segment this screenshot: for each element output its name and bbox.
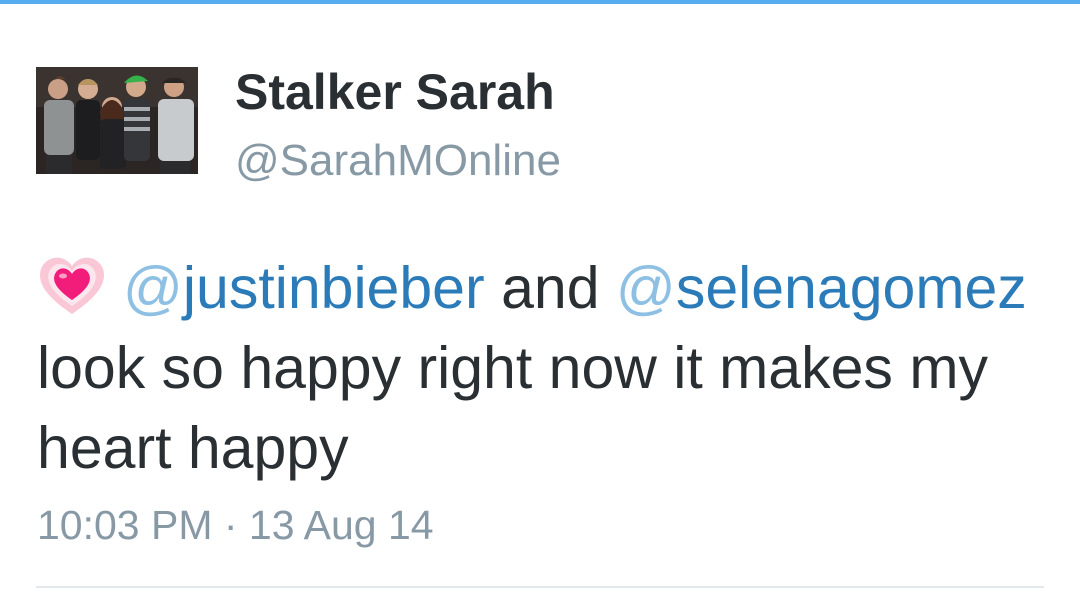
- tweet-text: @justinbieber and @selenagomez look so h…: [37, 248, 1057, 488]
- top-accent-bar: [0, 0, 1080, 4]
- tweet-timestamp[interactable]: 10:03 PM · 13 Aug 14: [37, 500, 434, 550]
- author-display-name[interactable]: Stalker Sarah: [235, 62, 555, 122]
- mention-at-sign: @: [615, 255, 676, 321]
- mention-username: selenagomez: [675, 255, 1027, 321]
- tweet-word-and: and: [501, 255, 600, 321]
- author-handle[interactable]: @SarahMOnline: [235, 135, 561, 187]
- divider: [36, 586, 1044, 588]
- avatar[interactable]: [36, 67, 198, 174]
- mention-selenagomez[interactable]: @selenagomez: [616, 255, 1027, 321]
- group-photo-avatar-icon: [36, 67, 198, 174]
- tweet-line-3: heart happy: [37, 415, 349, 481]
- mention-at-sign: @: [123, 255, 183, 321]
- mention-username: justinbieber: [182, 255, 485, 321]
- tweet-line-2: look so happy right now it makes my: [37, 335, 988, 401]
- tweet-line-1: @justinbieber and @selenagomez: [37, 248, 1057, 328]
- growing-heart-emoji-icon: [40, 257, 104, 314]
- mention-justinbieber[interactable]: @justinbieber: [123, 255, 485, 321]
